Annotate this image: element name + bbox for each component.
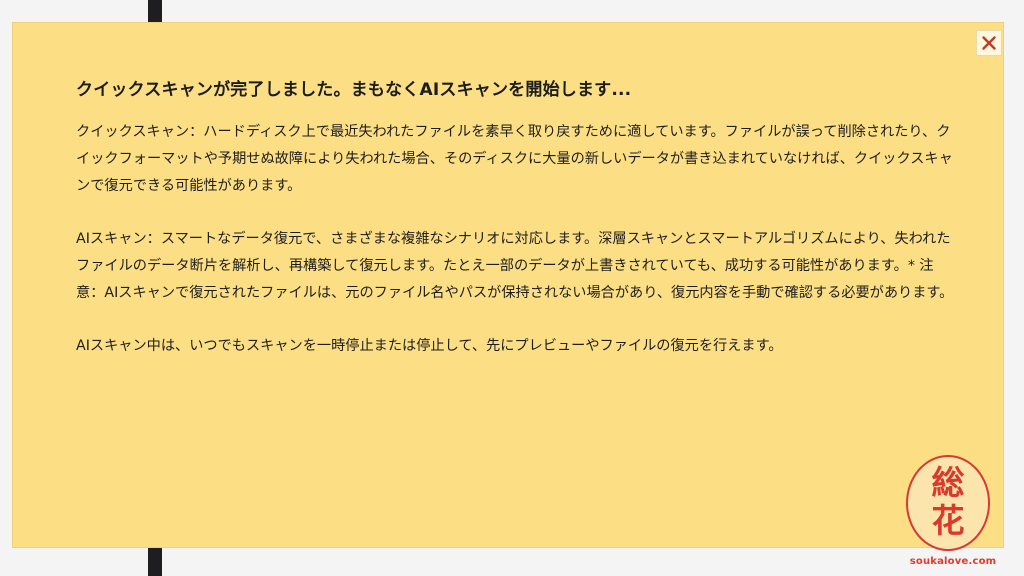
seal-character: 花	[931, 501, 965, 540]
background-window-edge	[148, 548, 162, 576]
close-button[interactable]	[976, 30, 1002, 56]
ai-scan-description: AIスキャン：スマートなデータ復元で、さまざまな複雑なシナリオに対応します。深層…	[76, 231, 954, 301]
dialog-body: クイックスキャン：ハードディスク上で最近失われたファイルを素早く取り戻すために適…	[76, 119, 956, 386]
background-window-edge	[148, 0, 162, 22]
close-icon	[982, 36, 996, 50]
seal-stamp: 総 花	[906, 455, 990, 551]
watermark-url: soukalove.com	[909, 556, 997, 567]
watermark-seal: 総 花 soukalove.com	[898, 455, 1008, 576]
seal-character: 総	[931, 463, 965, 502]
scan-info-dialog: クイックスキャンが完了しました。まもなくAIスキャンを開始します... クイック…	[12, 22, 1004, 548]
quick-scan-description: クイックスキャン：ハードディスク上で最近失われたファイルを素早く取り戻すために適…	[76, 124, 953, 194]
dialog-title: クイックスキャンが完了しました。まもなくAIスキャンを開始します...	[76, 80, 632, 100]
pause-stop-note: AIスキャン中は、いつでもスキャンを一時停止または停止して、先にプレビューやファ…	[76, 338, 783, 354]
screen: クイックスキャンが完了しました。まもなくAIスキャンを開始します... クイック…	[0, 0, 1024, 576]
